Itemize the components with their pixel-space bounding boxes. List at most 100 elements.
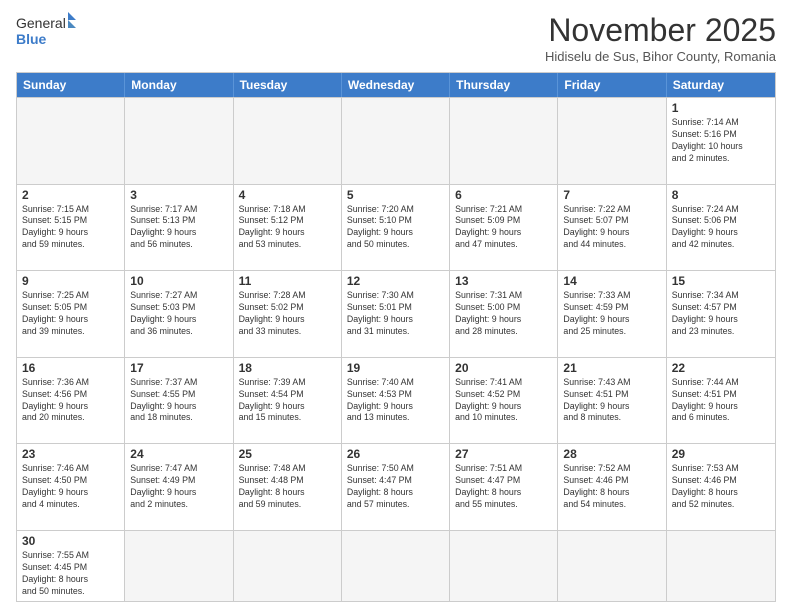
calendar-cell-1-3 <box>234 98 342 184</box>
day-number: 1 <box>672 101 770 115</box>
calendar-cell-4-6: 21Sunrise: 7:43 AM Sunset: 4:51 PM Dayli… <box>558 358 666 444</box>
day-info: Sunrise: 7:15 AM Sunset: 5:15 PM Dayligh… <box>22 204 119 252</box>
calendar-cell-5-3: 25 Sunrise: 7:48 AM Sunset: 4:48 PM Dayli… <box>234 444 342 530</box>
header-tuesday: Tuesday <box>234 73 342 97</box>
calendar-cell-3-2: 10Sunrise: 7:27 AM Sunset: 5:03 PM Dayli… <box>125 271 233 357</box>
header-wednesday: Wednesday <box>342 73 450 97</box>
calendar-row-5: 23 Sunrise: 7:46 AM Sunset: 4:50 PM Dayli… <box>17 443 775 530</box>
calendar-cell-4-4: 19Sunrise: 7:40 AM Sunset: 4:53 PM Dayli… <box>342 358 450 444</box>
calendar-row-3: 9Sunrise: 7:25 AM Sunset: 5:05 PM Daylig… <box>17 270 775 357</box>
day-info: Sunrise: 7:14 AM Sunset: 5:16 PM Dayligh… <box>672 117 770 165</box>
calendar-cell-6-3 <box>234 531 342 601</box>
calendar-cell-2-2: 3 Sunrise: 7:17 AM Sunset: 5:13 PM Daylig… <box>125 185 233 271</box>
calendar: Sunday Monday Tuesday Wednesday Thursday… <box>16 72 776 602</box>
header-thursday: Thursday <box>450 73 558 97</box>
calendar-cell-1-2 <box>125 98 233 184</box>
calendar-row-1: 1 Sunrise: 7:14 AM Sunset: 5:16 PM Daylig… <box>17 97 775 184</box>
page: General Blue November 2025 Hidiselu de S… <box>0 0 792 612</box>
day-number: 20 <box>455 361 552 375</box>
calendar-cell-2-1: 2 Sunrise: 7:15 AM Sunset: 5:15 PM Daylig… <box>17 185 125 271</box>
day-number: 5 <box>347 188 444 202</box>
calendar-cell-5-6: 28Sunrise: 7:52 AM Sunset: 4:46 PM Dayli… <box>558 444 666 530</box>
day-info: Sunrise: 7:20 AM Sunset: 5:10 PM Dayligh… <box>347 204 444 252</box>
calendar-cell-1-1 <box>17 98 125 184</box>
day-info: Sunrise: 7:46 AM Sunset: 4:50 PM Dayligh… <box>22 463 119 511</box>
day-number: 12 <box>347 274 444 288</box>
day-info: Sunrise: 7:31 AM Sunset: 5:00 PM Dayligh… <box>455 290 552 338</box>
calendar-body: 1 Sunrise: 7:14 AM Sunset: 5:16 PM Daylig… <box>17 97 775 601</box>
day-number: 10 <box>130 274 227 288</box>
calendar-cell-3-6: 14 Sunrise: 7:33 AM Sunset: 4:59 PM Dayli… <box>558 271 666 357</box>
day-number: 27 <box>455 447 552 461</box>
calendar-cell-3-4: 12 Sunrise: 7:30 AM Sunset: 5:01 PM Dayli… <box>342 271 450 357</box>
calendar-cell-4-1: 16 Sunrise: 7:36 AM Sunset: 4:56 PM Dayli… <box>17 358 125 444</box>
day-info: Sunrise: 7:24 AM Sunset: 5:06 PM Dayligh… <box>672 204 770 252</box>
day-number: 11 <box>239 274 336 288</box>
header: General Blue November 2025 Hidiselu de S… <box>16 12 776 64</box>
day-number: 6 <box>455 188 552 202</box>
day-number: 13 <box>455 274 552 288</box>
day-number: 26 <box>347 447 444 461</box>
day-info: Sunrise: 7:47 AM Sunset: 4:49 PM Dayligh… <box>130 463 227 511</box>
day-info: Sunrise: 7:21 AM Sunset: 5:09 PM Dayligh… <box>455 204 552 252</box>
day-info: Sunrise: 7:17 AM Sunset: 5:13 PM Dayligh… <box>130 204 227 252</box>
month-title: November 2025 <box>545 12 776 49</box>
calendar-cell-6-1: 30 Sunrise: 7:55 AM Sunset: 4:45 PM Dayli… <box>17 531 125 601</box>
calendar-cell-4-5: 20 Sunrise: 7:41 AM Sunset: 4:52 PM Dayli… <box>450 358 558 444</box>
day-info: Sunrise: 7:40 AM Sunset: 4:53 PM Dayligh… <box>347 377 444 425</box>
calendar-cell-5-7: 29 Sunrise: 7:53 AM Sunset: 4:46 PM Dayli… <box>667 444 775 530</box>
calendar-cell-1-7: 1 Sunrise: 7:14 AM Sunset: 5:16 PM Daylig… <box>667 98 775 184</box>
day-number: 29 <box>672 447 770 461</box>
day-info: Sunrise: 7:50 AM Sunset: 4:47 PM Dayligh… <box>347 463 444 511</box>
calendar-cell-6-4 <box>342 531 450 601</box>
calendar-cell-2-7: 8Sunrise: 7:24 AM Sunset: 5:06 PM Daylig… <box>667 185 775 271</box>
day-number: 2 <box>22 188 119 202</box>
day-number: 7 <box>563 188 660 202</box>
calendar-cell-5-2: 24Sunrise: 7:47 AM Sunset: 4:49 PM Dayli… <box>125 444 233 530</box>
header-saturday: Saturday <box>667 73 775 97</box>
header-sunday: Sunday <box>17 73 125 97</box>
calendar-row-6: 30 Sunrise: 7:55 AM Sunset: 4:45 PM Dayli… <box>17 530 775 601</box>
day-number: 15 <box>672 274 770 288</box>
calendar-cell-1-4 <box>342 98 450 184</box>
header-monday: Monday <box>125 73 233 97</box>
day-number: 22 <box>672 361 770 375</box>
day-number: 16 <box>22 361 119 375</box>
day-info: Sunrise: 7:48 AM Sunset: 4:48 PM Dayligh… <box>239 463 336 511</box>
day-number: 30 <box>22 534 119 548</box>
calendar-cell-4-7: 22 Sunrise: 7:44 AM Sunset: 4:51 PM Dayli… <box>667 358 775 444</box>
day-info: Sunrise: 7:53 AM Sunset: 4:46 PM Dayligh… <box>672 463 770 511</box>
calendar-row-4: 16 Sunrise: 7:36 AM Sunset: 4:56 PM Dayli… <box>17 357 775 444</box>
day-info: Sunrise: 7:55 AM Sunset: 4:45 PM Dayligh… <box>22 550 119 598</box>
day-info: Sunrise: 7:18 AM Sunset: 5:12 PM Dayligh… <box>239 204 336 252</box>
day-info: Sunrise: 7:22 AM Sunset: 5:07 PM Dayligh… <box>563 204 660 252</box>
calendar-cell-5-4: 26 Sunrise: 7:50 AM Sunset: 4:47 PM Dayli… <box>342 444 450 530</box>
day-info: Sunrise: 7:30 AM Sunset: 5:01 PM Dayligh… <box>347 290 444 338</box>
day-info: Sunrise: 7:34 AM Sunset: 4:57 PM Dayligh… <box>672 290 770 338</box>
day-info: Sunrise: 7:36 AM Sunset: 4:56 PM Dayligh… <box>22 377 119 425</box>
day-info: Sunrise: 7:41 AM Sunset: 4:52 PM Dayligh… <box>455 377 552 425</box>
calendar-cell-3-5: 13 Sunrise: 7:31 AM Sunset: 5:00 PM Dayli… <box>450 271 558 357</box>
calendar-cell-5-5: 27Sunrise: 7:51 AM Sunset: 4:47 PM Dayli… <box>450 444 558 530</box>
calendar-cell-6-5 <box>450 531 558 601</box>
day-number: 9 <box>22 274 119 288</box>
calendar-cell-6-2 <box>125 531 233 601</box>
day-number: 25 <box>239 447 336 461</box>
calendar-cell-4-2: 17Sunrise: 7:37 AM Sunset: 4:55 PM Dayli… <box>125 358 233 444</box>
day-info: Sunrise: 7:52 AM Sunset: 4:46 PM Dayligh… <box>563 463 660 511</box>
day-number: 17 <box>130 361 227 375</box>
day-info: Sunrise: 7:44 AM Sunset: 4:51 PM Dayligh… <box>672 377 770 425</box>
generalblue-logo-icon: General Blue <box>16 12 76 52</box>
calendar-cell-3-3: 11Sunrise: 7:28 AM Sunset: 5:02 PM Dayli… <box>234 271 342 357</box>
calendar-cell-2-4: 5 Sunrise: 7:20 AM Sunset: 5:10 PM Daylig… <box>342 185 450 271</box>
day-info: Sunrise: 7:43 AM Sunset: 4:51 PM Dayligh… <box>563 377 660 425</box>
day-number: 23 <box>22 447 119 461</box>
title-area: November 2025 Hidiselu de Sus, Bihor Cou… <box>545 12 776 64</box>
calendar-cell-6-7 <box>667 531 775 601</box>
day-number: 14 <box>563 274 660 288</box>
day-number: 4 <box>239 188 336 202</box>
calendar-cell-3-7: 15 Sunrise: 7:34 AM Sunset: 4:57 PM Dayli… <box>667 271 775 357</box>
day-info: Sunrise: 7:33 AM Sunset: 4:59 PM Dayligh… <box>563 290 660 338</box>
day-number: 3 <box>130 188 227 202</box>
calendar-cell-1-5 <box>450 98 558 184</box>
